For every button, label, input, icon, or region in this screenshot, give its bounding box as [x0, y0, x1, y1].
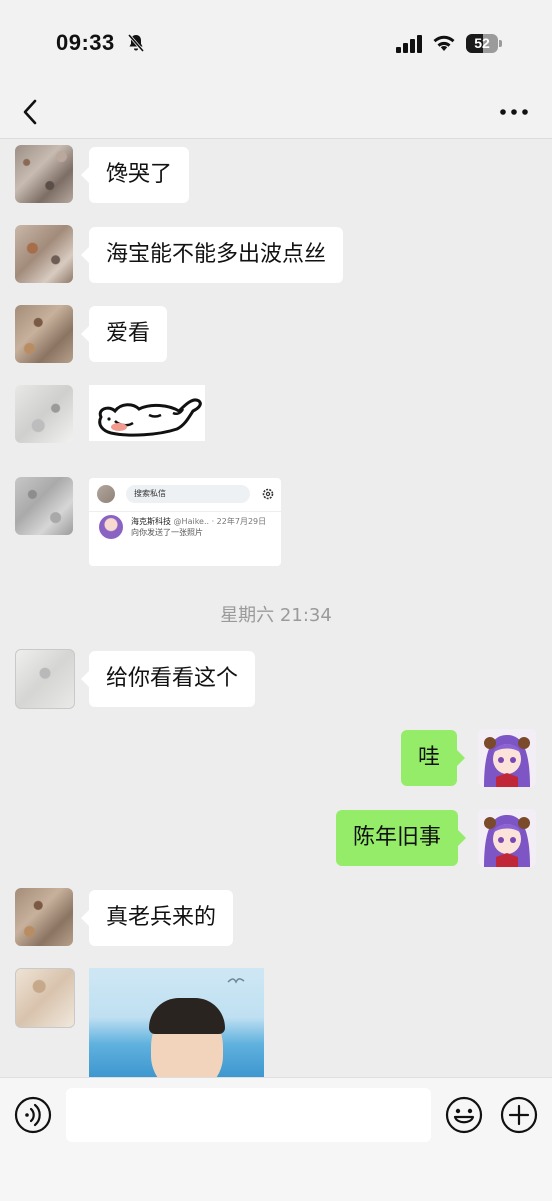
emoji-icon[interactable] [445, 1096, 483, 1134]
contact-avatar[interactable] [15, 305, 73, 363]
anime-girl-icon [478, 809, 536, 867]
chevron-left-icon[interactable] [18, 94, 44, 130]
shared-screenshot[interactable]: 搜索私信 海克斯科技 @Haike.. · 22年7月29日 向你发送了一张照片 [89, 478, 281, 566]
bird-icon [227, 978, 245, 984]
more-dots-icon[interactable] [498, 100, 530, 124]
dm-preview: 向你发送了一张照片 [131, 528, 203, 537]
battery-icon: 52 [466, 34, 502, 54]
battery-level: 52 [474, 35, 490, 51]
contact-avatar[interactable] [15, 888, 73, 946]
my-avatar[interactable] [478, 729, 536, 787]
chat-timestamp: 星期六 21:34 [220, 605, 332, 626]
contact-avatar[interactable] [15, 145, 73, 203]
signal-icon [396, 35, 422, 53]
contact-avatar[interactable] [15, 649, 75, 709]
status-time: 09:33 [56, 30, 115, 55]
dm-handle: @Haike.. [173, 517, 210, 526]
message-bubble[interactable]: 海宝能不能多出波点丝 [80, 227, 344, 283]
message-bubble[interactable]: 爱看 [80, 306, 168, 362]
anime-girl-icon [478, 729, 536, 787]
status-bar: 09:33 52 [0, 0, 552, 88]
contact-avatar[interactable] [15, 477, 73, 535]
photo-message[interactable] [89, 968, 264, 1077]
contact-avatar[interactable] [15, 225, 73, 283]
plus-icon[interactable] [500, 1096, 538, 1134]
dm-date: · 22年7月29日 [211, 517, 267, 526]
message-input[interactable] [66, 1088, 431, 1142]
message-list[interactable]: 馋哭了 海宝能不能多出波点丝 爱看 搜索私信 海克斯科技 @Haike.. · … [0, 139, 552, 1077]
photo-hair [149, 998, 225, 1034]
contact-avatar[interactable] [15, 385, 73, 443]
search-input: 搜索私信 [126, 485, 250, 503]
cat-sticker[interactable] [89, 385, 205, 441]
dm-sender: 海克斯科技 @Haike.. · 22年7月29日 [131, 516, 266, 527]
bell-muted-icon [127, 34, 145, 52]
gear-icon [262, 488, 274, 500]
wifi-icon [433, 35, 455, 51]
message-bubble[interactable]: 馋哭了 [80, 147, 190, 203]
avatar [97, 485, 115, 503]
input-bar [0, 1077, 552, 1201]
my-avatar[interactable] [478, 809, 536, 867]
voice-icon[interactable] [14, 1096, 52, 1134]
message-bubble[interactable]: 给你看看这个 [80, 651, 256, 707]
divider [89, 511, 281, 512]
chat-header [0, 88, 552, 139]
dm-name: 海克斯科技 [131, 517, 171, 526]
my-message-bubble[interactable]: 哇 [401, 730, 466, 786]
my-message-bubble[interactable]: 陈年旧事 [336, 810, 467, 866]
avatar [99, 515, 123, 539]
message-bubble[interactable]: 真老兵来的 [80, 890, 234, 946]
contact-avatar[interactable] [15, 968, 75, 1028]
cat-sticker-drawing [98, 398, 202, 437]
